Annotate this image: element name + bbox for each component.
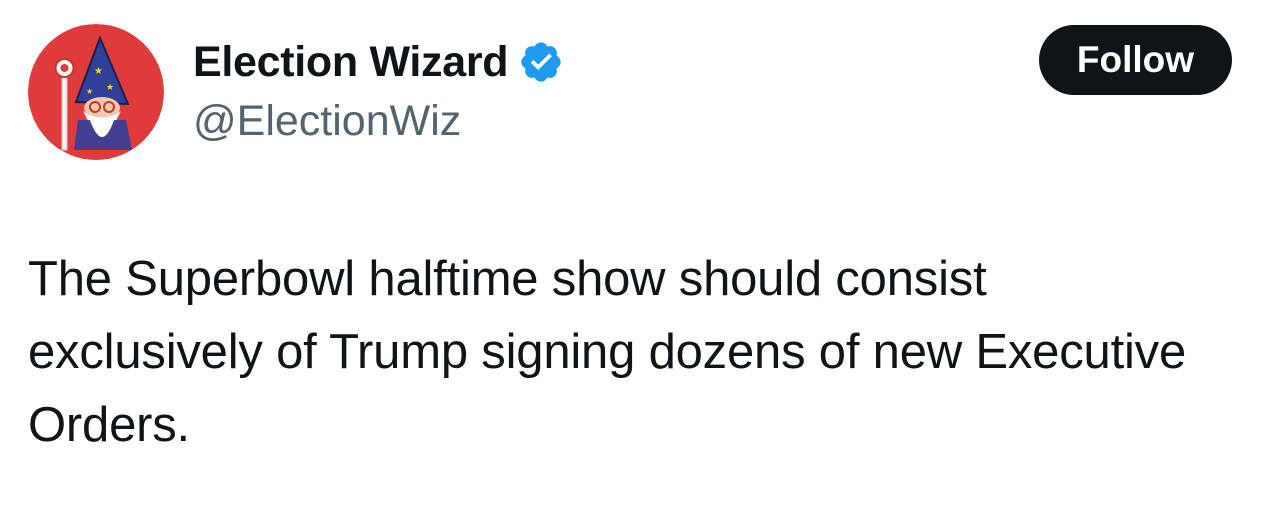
svg-text:★: ★ [86, 87, 93, 96]
tweet-text: The Superbowl halftime show should consi… [28, 252, 1187, 452]
author-display-name[interactable]: Election Wizard [193, 34, 509, 90]
svg-text:★: ★ [106, 83, 114, 93]
wizard-avatar-icon: ★ ★ ★ [28, 24, 164, 160]
author-avatar[interactable]: ★ ★ ★ [28, 24, 164, 160]
svg-text:★: ★ [94, 66, 103, 77]
author-handle[interactable]: @ElectionWiz [193, 94, 564, 148]
verified-badge-icon [521, 42, 561, 82]
display-name-row: Election Wizard [193, 34, 564, 90]
tweet-card: ★ ★ ★ Election Wizard @ElectionWiz Follo… [0, 0, 1284, 511]
follow-button[interactable]: Follow [1039, 25, 1232, 95]
author-info: Election Wizard @ElectionWiz [193, 34, 564, 148]
